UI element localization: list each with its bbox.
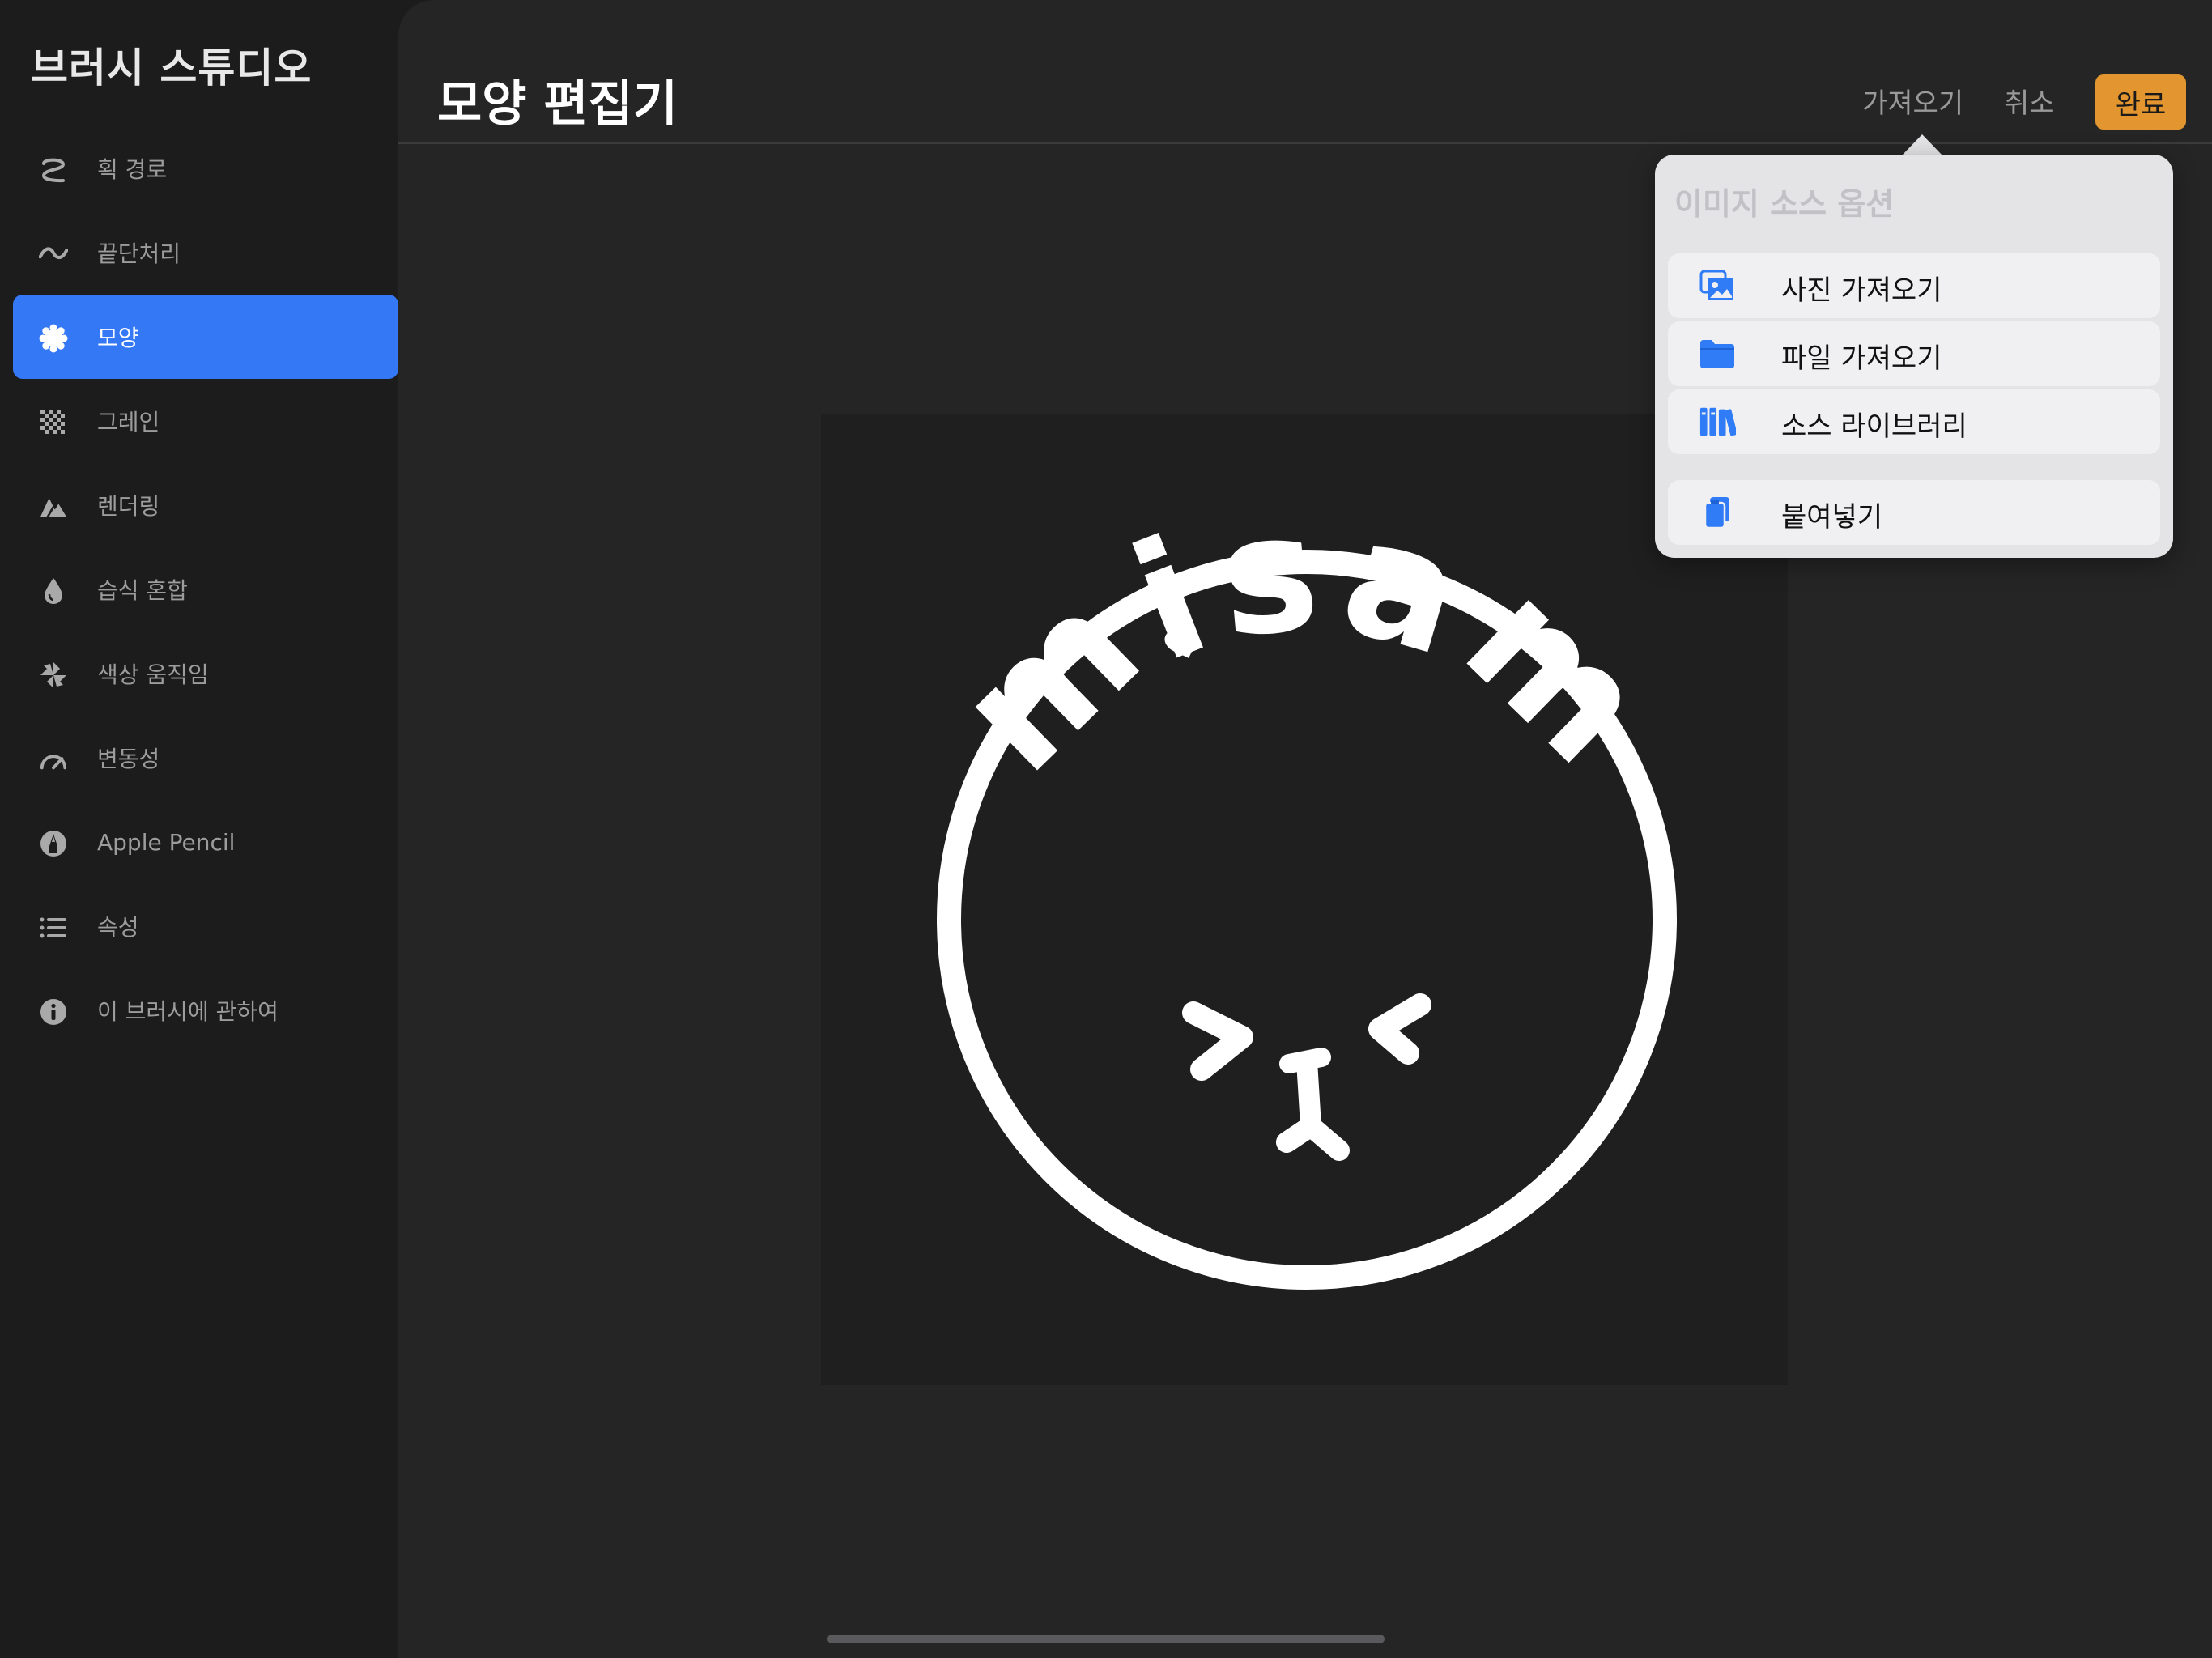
- sidebar-item-stroke-path[interactable]: 획 경로: [13, 126, 398, 210]
- pop-item-label: 사진 가져오기: [1781, 274, 1942, 307]
- wet-drop-icon: [39, 576, 68, 606]
- stamp-shape-image: misam: [923, 477, 1691, 1290]
- sidebar-item-wet-mix[interactable]: 습식 혼합: [13, 547, 398, 631]
- sidebar-item-label: 획 경로: [97, 156, 168, 183]
- shape-gear-icon: [39, 324, 68, 353]
- pop-item-label: 소스 라이브러리: [1781, 410, 1967, 443]
- popover-arrow: [1901, 134, 1943, 156]
- sidebar-item-taper[interactable]: 끝단처리: [13, 210, 398, 295]
- sidebar-nav: 획 경로 끝단처리 모양 그레인 렌더링 습식 혼합 색상 움직임 변동성 Ap…: [13, 126, 398, 1052]
- sidebar-item-label: 이 브러시에 관하여: [97, 998, 279, 1025]
- sidebar-item-dynamics[interactable]: 변동성: [13, 716, 398, 800]
- home-indicator[interactable]: [827, 1635, 1385, 1643]
- source-library-option[interactable]: 소스 라이브러리: [1668, 389, 2160, 454]
- sidebar-item-label: 속성: [97, 914, 139, 941]
- sidebar-item-apple-pencil[interactable]: Apple Pencil: [13, 800, 398, 884]
- svg-text:misam: misam: [923, 477, 1691, 808]
- done-button[interactable]: 완료: [2095, 74, 2186, 130]
- app-title: 브러시 스튜디오: [31, 45, 313, 91]
- sidebar-item-rendering[interactable]: 렌더링: [13, 463, 398, 547]
- sidebar-item-color-dynamics[interactable]: 색상 움직임: [13, 631, 398, 716]
- import-button[interactable]: 가져오기: [1862, 81, 1963, 121]
- taper-wave-icon: [39, 240, 68, 269]
- sidebar-item-label: 변동성: [97, 746, 160, 772]
- sidebar-item-properties[interactable]: 속성: [13, 884, 398, 968]
- photo-import-icon: [1699, 268, 1736, 304]
- stamp-text: misam: [923, 477, 1679, 808]
- grain-checker-icon: [39, 408, 68, 437]
- sidebar-item-label: 끝단처리: [97, 240, 181, 267]
- sidebar-item-shape[interactable]: 모양: [13, 295, 398, 379]
- library-books-icon: [1699, 404, 1736, 440]
- page-title: 모양 편집기: [437, 76, 678, 133]
- paste-option[interactable]: 붙여넣기: [1668, 480, 2160, 545]
- sidebar-item-grain[interactable]: 그레인: [13, 379, 398, 463]
- properties-list-icon: [39, 913, 68, 942]
- rendering-mountain-icon: [39, 492, 68, 521]
- sidebar-item-label: 모양: [97, 325, 139, 351]
- sidebar: 브러시 스튜디오 획 경로 끝단처리 모양 그레인 렌더링 습식 혼합 색상 움…: [0, 0, 398, 1658]
- pop-item-label: 파일 가져오기: [1781, 342, 1942, 375]
- dynamics-gauge-icon: [39, 745, 68, 774]
- sidebar-item-label: 습식 혼합: [97, 577, 188, 604]
- image-source-popover: 이미지 소스 옵션 사진 가져오기 파일 가져오기 소스 라이브러리 붙여넣기: [1655, 155, 2173, 558]
- cancel-button[interactable]: 취소: [2004, 81, 2055, 121]
- info-icon: [39, 997, 68, 1027]
- import-photo-option[interactable]: 사진 가져오기: [1668, 253, 2160, 318]
- pop-item-label: 붙여넣기: [1781, 501, 1883, 534]
- stroke-path-icon: [39, 155, 68, 185]
- folder-icon: [1699, 336, 1736, 372]
- sidebar-item-label: 그레인: [97, 409, 160, 436]
- shape-canvas[interactable]: misam: [821, 414, 1788, 1385]
- sidebar-item-label: 색상 움직임: [97, 661, 209, 688]
- sidebar-item-label: 렌더링: [97, 493, 160, 520]
- sidebar-item-about-brush[interactable]: 이 브러시에 관하여: [13, 968, 398, 1052]
- clipboard-paste-icon: [1699, 495, 1736, 530]
- sidebar-item-label: Apple Pencil: [97, 828, 236, 856]
- apple-pencil-icon: [39, 829, 68, 858]
- popover-title: 이미지 소스 옵션: [1674, 186, 1895, 222]
- color-pinwheel-icon: [39, 661, 68, 690]
- import-file-option[interactable]: 파일 가져오기: [1668, 321, 2160, 386]
